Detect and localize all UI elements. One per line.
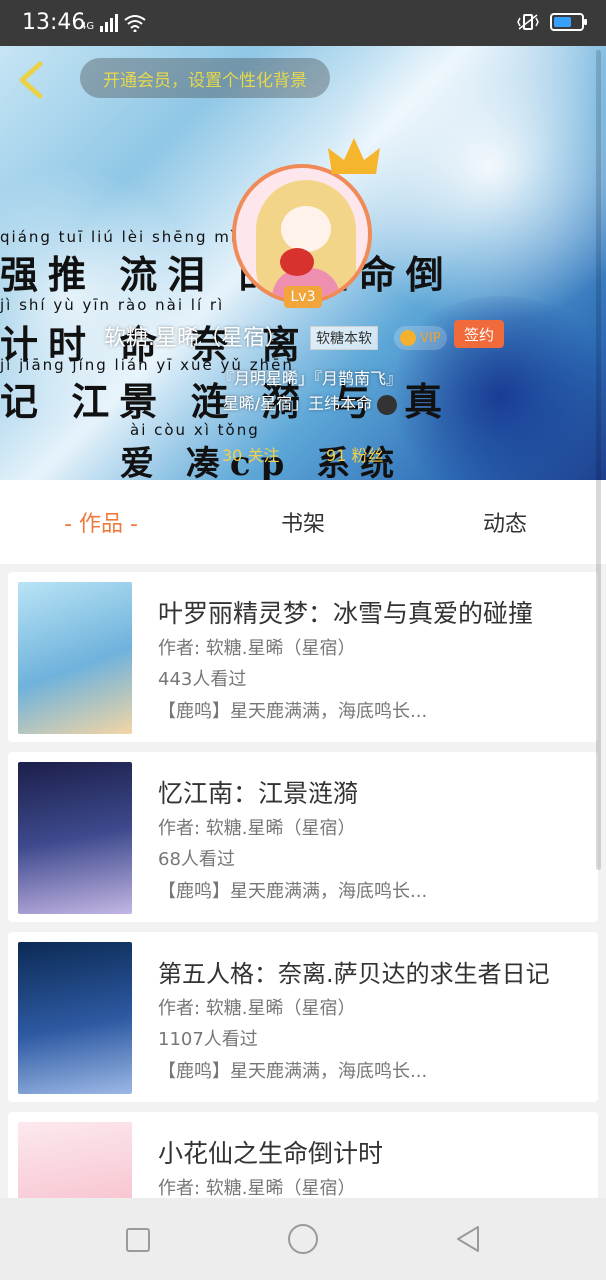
crown-icon [328, 138, 380, 174]
tab-works[interactable]: - 作品 - [0, 506, 202, 538]
book-card[interactable]: 第五人格：奈离.萨贝达的求生者日记 作者: 软糖.星晞（星宿） 1107人看过 … [8, 932, 598, 1102]
system-nav-bar [0, 1198, 606, 1280]
level-badge: Lv3 [284, 286, 322, 308]
profile-tabs: - 作品 - 书架 动态 [0, 480, 606, 564]
book-title: 叶罗丽精灵梦：冰雪与真爱的碰撞 [158, 599, 534, 628]
status-right [516, 13, 587, 31]
book-cover-image [18, 582, 132, 734]
book-author: 作者: 软糖.星晞（星宿） [158, 998, 356, 1019]
network-type: 4G [80, 21, 95, 32]
banner-pinyin-2: jì shí yù yīn rào nài lí rì [0, 296, 225, 314]
tab-activity[interactable]: 动态 [404, 506, 606, 538]
network-indicators: 4G [80, 14, 146, 32]
vip-label: VIP [420, 330, 441, 346]
square-recent-apps-icon[interactable] [126, 1228, 150, 1252]
book-card[interactable]: 叶罗丽精灵梦：冰雪与真爱的碰撞 作者: 软糖.星晞（星宿） 443人看过 【鹿鸣… [8, 572, 598, 742]
book-views: 443人看过 [158, 669, 247, 690]
book-views: 68人看过 [158, 849, 235, 870]
book-title: 小花仙之生命倒计时 [158, 1139, 384, 1168]
triangle-back-icon[interactable] [454, 1224, 484, 1254]
fans-count[interactable]: 91 粉丝 [326, 442, 383, 466]
signal-icon [100, 14, 119, 32]
book-card[interactable]: 忆江南：江景涟漪 作者: 软糖.星晞（星宿） 68人看过 【鹿鸣】星天鹿满满，海… [8, 752, 598, 922]
bio-line-2: 星晞/星宿」王纬本命 [160, 391, 460, 416]
status-bar: 13:46 4G [0, 0, 606, 46]
user-tag: 软糖本软 [310, 326, 378, 350]
circle-home-icon[interactable] [288, 1224, 318, 1254]
book-author: 作者: 软糖.星晞（星宿） [158, 818, 356, 839]
tab-bookshelf[interactable]: 书架 [202, 506, 404, 538]
user-name: 软糖.星晞（星宿） [104, 326, 287, 351]
back-chevron-icon[interactable] [14, 60, 50, 100]
vip-crown-icon [400, 330, 416, 346]
vibrate-icon [517, 14, 539, 30]
signed-badge: 签约 [454, 320, 504, 348]
book-desc: 【鹿鸣】星天鹿满满，海底鸣长... [158, 701, 428, 722]
battery-icon [550, 13, 587, 31]
book-title: 忆江南：江景涟漪 [158, 779, 359, 808]
battery-level [554, 17, 571, 27]
book-cover-image [18, 762, 132, 914]
book-cover-image [18, 942, 132, 1094]
emoji-icon [377, 394, 398, 415]
bio-line-1: 『月明星晞」『月鹊南飞』 [217, 369, 402, 388]
user-bio: 『月明星晞」『月鹊南飞』 星晞/星宿」王纬本命 [160, 366, 460, 416]
book-author: 作者: 软糖.星晞（星宿） [158, 1178, 356, 1199]
book-author: 作者: 软糖.星晞（星宿） [158, 638, 356, 659]
vip-badge: VIP [394, 326, 447, 350]
book-views: 1107人看过 [158, 1029, 258, 1050]
status-time: 13:46 [22, 10, 86, 35]
book-title: 第五人格：奈离.萨贝达的求生者日记 [158, 960, 550, 988]
follow-count[interactable]: 30 关注 [222, 442, 279, 466]
book-desc: 【鹿鸣】星天鹿满满，海底鸣长... [158, 881, 428, 902]
profile-page: 13:46 4G qiáng tuī liú lèi shēng mìng dǎ… [0, 0, 606, 1280]
wifi-icon [124, 15, 146, 32]
banner-line-1: 强推 流泪 的 生命倒 [0, 252, 454, 297]
scrollbar[interactable] [596, 50, 601, 870]
book-desc: 【鹿鸣】星天鹿满满，海底鸣长... [158, 1061, 428, 1082]
vip-background-prompt[interactable]: 开通会员，设置个性化背景 [80, 58, 330, 98]
